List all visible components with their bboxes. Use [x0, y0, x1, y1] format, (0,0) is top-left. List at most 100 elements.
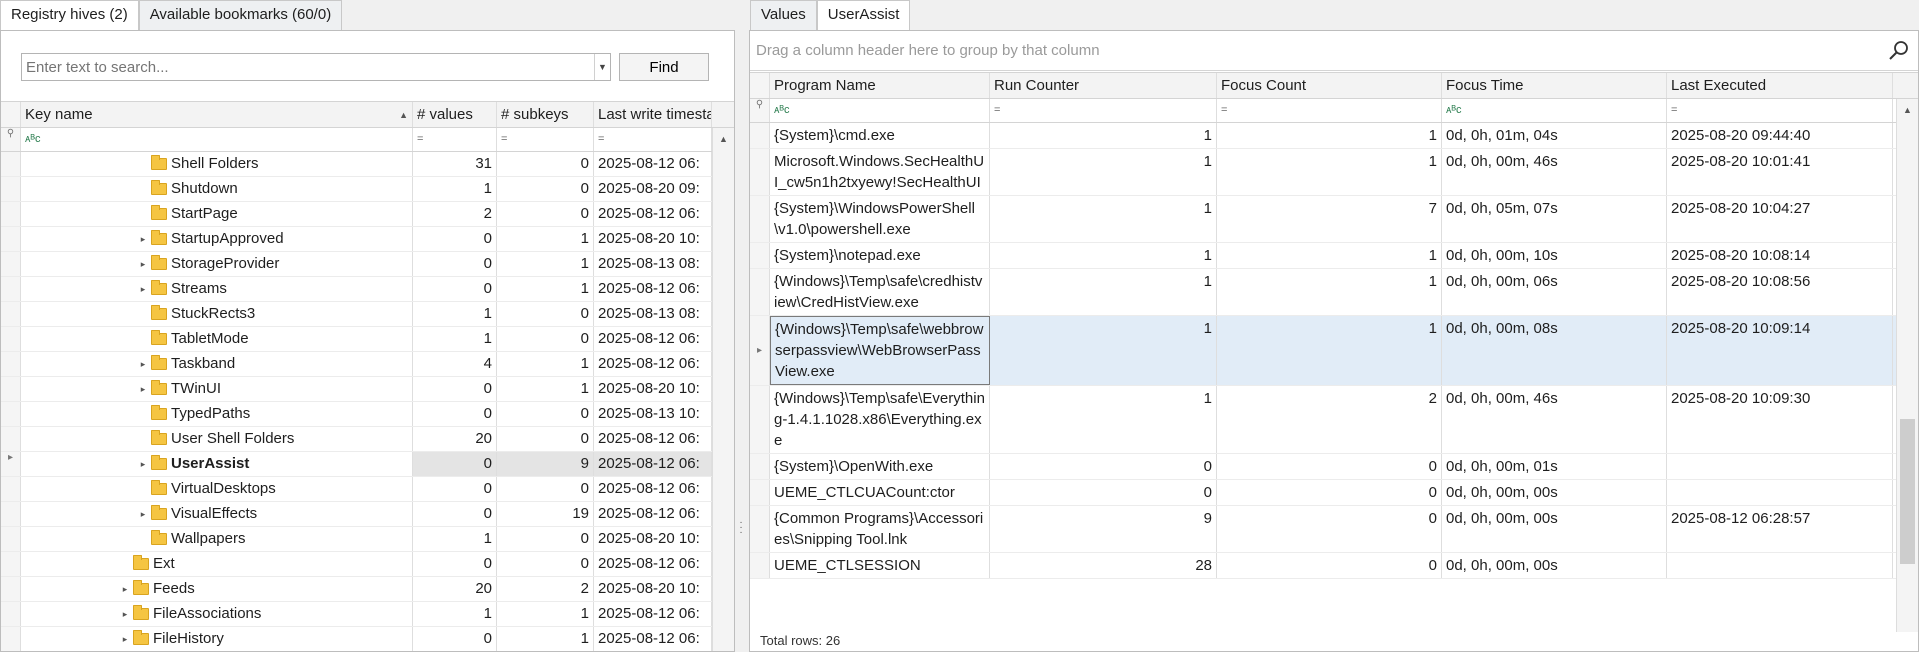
col-header-values[interactable]: # values [413, 102, 497, 127]
left-vertical-scrollbar[interactable]: ▲ [712, 128, 734, 651]
key-name-cell[interactable]: TabletMode [21, 327, 413, 351]
key-name-cell[interactable]: Shutdown [21, 177, 413, 201]
tab-userassist[interactable]: UserAssist [816, 0, 911, 30]
program-name-cell[interactable]: {System}\WindowsPowerShell\v1.0\powershe… [770, 196, 990, 242]
key-name-cell[interactable]: ▸ StartupApproved [21, 227, 413, 251]
col-header-key-name[interactable]: Key name ▲ [21, 102, 413, 127]
table-row[interactable]: Ext 0 0 2025-08-12 06: [1, 552, 734, 577]
chevron-right-icon[interactable]: ▸ [137, 277, 149, 301]
chevron-right-icon[interactable]: ▸ [137, 252, 149, 276]
filter-program-name[interactable]: ᴀᴮc [770, 99, 990, 122]
program-name-cell[interactable]: Microsoft.Windows.SecHealthUI_cw5n1h2txy… [770, 149, 990, 195]
search-dropdown-arrow-icon[interactable]: ▼ [594, 54, 610, 80]
key-name-cell[interactable]: Shell Folders [21, 152, 413, 176]
filter-values[interactable]: = [413, 128, 497, 151]
key-name-cell[interactable]: TypedPaths [21, 402, 413, 426]
col-header-last-executed[interactable]: Last Executed [1667, 73, 1893, 98]
program-name-cell[interactable]: {Common Programs}\Accessories\Snipping T… [770, 506, 990, 552]
scrollbar-thumb[interactable] [1900, 419, 1915, 564]
tab-available-bookmarks[interactable]: Available bookmarks (60/0) [138, 0, 343, 30]
key-name-cell[interactable]: ▸ FileHistory [21, 627, 413, 651]
filter-last-executed[interactable]: = [1667, 99, 1893, 122]
program-name-cell[interactable]: {System}\cmd.exe [770, 123, 990, 148]
table-row[interactable]: Shutdown 1 0 2025-08-20 09: [1, 177, 734, 202]
tab-registry-hives[interactable]: Registry hives (2) [0, 0, 139, 30]
col-header-subkeys[interactable]: # subkeys [497, 102, 594, 127]
table-row[interactable]: {System}\WindowsPowerShell\v1.0\powershe… [750, 196, 1918, 243]
table-row[interactable]: ▸ VisualEffects 0 19 2025-08-12 06: [1, 502, 734, 527]
filter-subkeys[interactable]: = [497, 128, 594, 151]
scroll-up-icon[interactable]: ▲ [713, 128, 734, 150]
chevron-right-icon[interactable]: ▸ [137, 227, 149, 251]
right-vertical-scrollbar[interactable]: ▲ [1896, 99, 1918, 632]
key-name-cell[interactable]: ▸ UserAssist [21, 452, 413, 476]
program-name-cell[interactable]: UEME_CTLSESSION [770, 553, 990, 578]
program-name-cell[interactable]: UEME_CTLCUACount:ctor [770, 480, 990, 505]
table-row[interactable]: ▸ Taskband 4 1 2025-08-12 06: [1, 352, 734, 377]
table-row[interactable]: TabletMode 1 0 2025-08-12 06: [1, 327, 734, 352]
col-header-focus-time[interactable]: Focus Time [1442, 73, 1667, 98]
table-row[interactable]: {Windows}\Temp\safe\Everything-1.4.1.102… [750, 386, 1918, 454]
key-name-cell[interactable]: ▸ TWinUI [21, 377, 413, 401]
key-name-cell[interactable]: User Shell Folders [21, 427, 413, 451]
filter-focus-time[interactable]: ᴀᴮc [1442, 99, 1667, 122]
key-name-cell[interactable]: Wallpapers [21, 527, 413, 551]
key-name-cell[interactable]: StartPage [21, 202, 413, 226]
program-name-cell[interactable]: {System}\OpenWith.exe [770, 454, 990, 479]
group-by-panel[interactable]: Drag a column header here to group by th… [750, 31, 1918, 71]
chevron-right-icon[interactable]: ▸ [137, 352, 149, 376]
table-row[interactable]: VirtualDesktops 0 0 2025-08-12 06: [1, 477, 734, 502]
col-header-focus-count[interactable]: Focus Count [1217, 73, 1442, 98]
table-row[interactable]: ▸ StartupApproved 0 1 2025-08-20 10: [1, 227, 734, 252]
key-name-cell[interactable]: ▸ Streams [21, 277, 413, 301]
program-name-cell[interactable]: {Windows}\Temp\safe\Everything-1.4.1.102… [770, 386, 990, 453]
search-input[interactable] [22, 54, 594, 80]
table-row[interactable]: {System}\OpenWith.exe 0 0 0d, 0h, 00m, 01s [750, 454, 1918, 480]
table-row[interactable]: StuckRects3 1 0 2025-08-13 08: [1, 302, 734, 327]
filter-focus-count[interactable]: = [1217, 99, 1442, 122]
table-row[interactable]: Wallpapers 1 0 2025-08-20 10: [1, 527, 734, 552]
chevron-right-icon[interactable]: ▸ [119, 602, 131, 626]
tab-values[interactable]: Values [750, 0, 817, 30]
table-row[interactable]: TypedPaths 0 0 2025-08-13 10: [1, 402, 734, 427]
table-row[interactable]: {System}\notepad.exe 1 1 0d, 0h, 00m, 10s 20… [750, 243, 1918, 269]
filter-last-write[interactable]: = [594, 128, 712, 151]
table-row[interactable]: ▸ ▸ UserAssist 0 9 2025-08-12 06: [1, 452, 734, 477]
table-row[interactable]: UEME_CTLCUACount:ctor 0 0 0d, 0h, 00m, 00s [750, 480, 1918, 506]
chevron-right-icon[interactable]: ▸ [119, 627, 131, 651]
key-name-cell[interactable]: Ext [21, 552, 413, 576]
table-row[interactable]: ▸ Streams 0 1 2025-08-12 06: [1, 277, 734, 302]
filter-key-name[interactable]: ᴀᴮc [21, 128, 413, 151]
key-name-cell[interactable]: VirtualDesktops [21, 477, 413, 501]
scroll-up-icon[interactable]: ▲ [1897, 99, 1918, 121]
chevron-right-icon[interactable]: ▸ [137, 502, 149, 526]
chevron-right-icon[interactable]: ▸ [137, 377, 149, 401]
col-header-program-name[interactable]: Program Name [770, 73, 990, 98]
table-row[interactable]: User Shell Folders 20 0 2025-08-12 06: [1, 427, 734, 452]
panel-splitter-handle[interactable]: · · · [738, 518, 744, 540]
col-header-last-write[interactable]: Last write timestar [594, 102, 712, 127]
table-row[interactable]: {Windows}\Temp\safe\credhistview\CredHis… [750, 269, 1918, 316]
table-row[interactable]: Shell Folders 31 0 2025-08-12 06: [1, 152, 734, 177]
key-name-cell[interactable]: ▸ FileAssociations [21, 602, 413, 626]
key-name-cell[interactable]: ▸ Feeds [21, 577, 413, 601]
table-row[interactable]: ▸ Feeds 20 2 2025-08-20 10: [1, 577, 734, 602]
chevron-right-icon[interactable]: ▸ [119, 577, 131, 601]
magnifier-icon[interactable] [1888, 39, 1910, 61]
table-row[interactable]: StartPage 2 0 2025-08-12 06: [1, 202, 734, 227]
filter-run-counter[interactable]: = [990, 99, 1217, 122]
program-name-cell[interactable]: {System}\notepad.exe [770, 243, 990, 268]
table-row[interactable]: ▸ StorageProvider 0 1 2025-08-13 08: [1, 252, 734, 277]
program-name-cell[interactable]: {Windows}\Temp\safe\webbrowserpassview\W… [770, 316, 990, 385]
program-name-cell[interactable]: {Windows}\Temp\safe\credhistview\CredHis… [770, 269, 990, 315]
chevron-right-icon[interactable]: ▸ [137, 452, 149, 476]
col-header-run-counter[interactable]: Run Counter [990, 73, 1217, 98]
key-name-cell[interactable]: ▸ VisualEffects [21, 502, 413, 526]
table-row[interactable]: {System}\cmd.exe 1 1 0d, 0h, 01m, 04s 2025-0… [750, 123, 1918, 149]
table-row[interactable]: ▸ TWinUI 0 1 2025-08-20 10: [1, 377, 734, 402]
table-row[interactable]: ▸ {Windows}\Temp\safe\webbrowserpassview\… [750, 316, 1918, 386]
key-name-cell[interactable]: ▸ Taskband [21, 352, 413, 376]
key-name-cell[interactable]: ▸ StorageProvider [21, 252, 413, 276]
find-button[interactable]: Find [619, 53, 709, 81]
table-row[interactable]: {Common Programs}\Accessories\Snipping T… [750, 506, 1918, 553]
